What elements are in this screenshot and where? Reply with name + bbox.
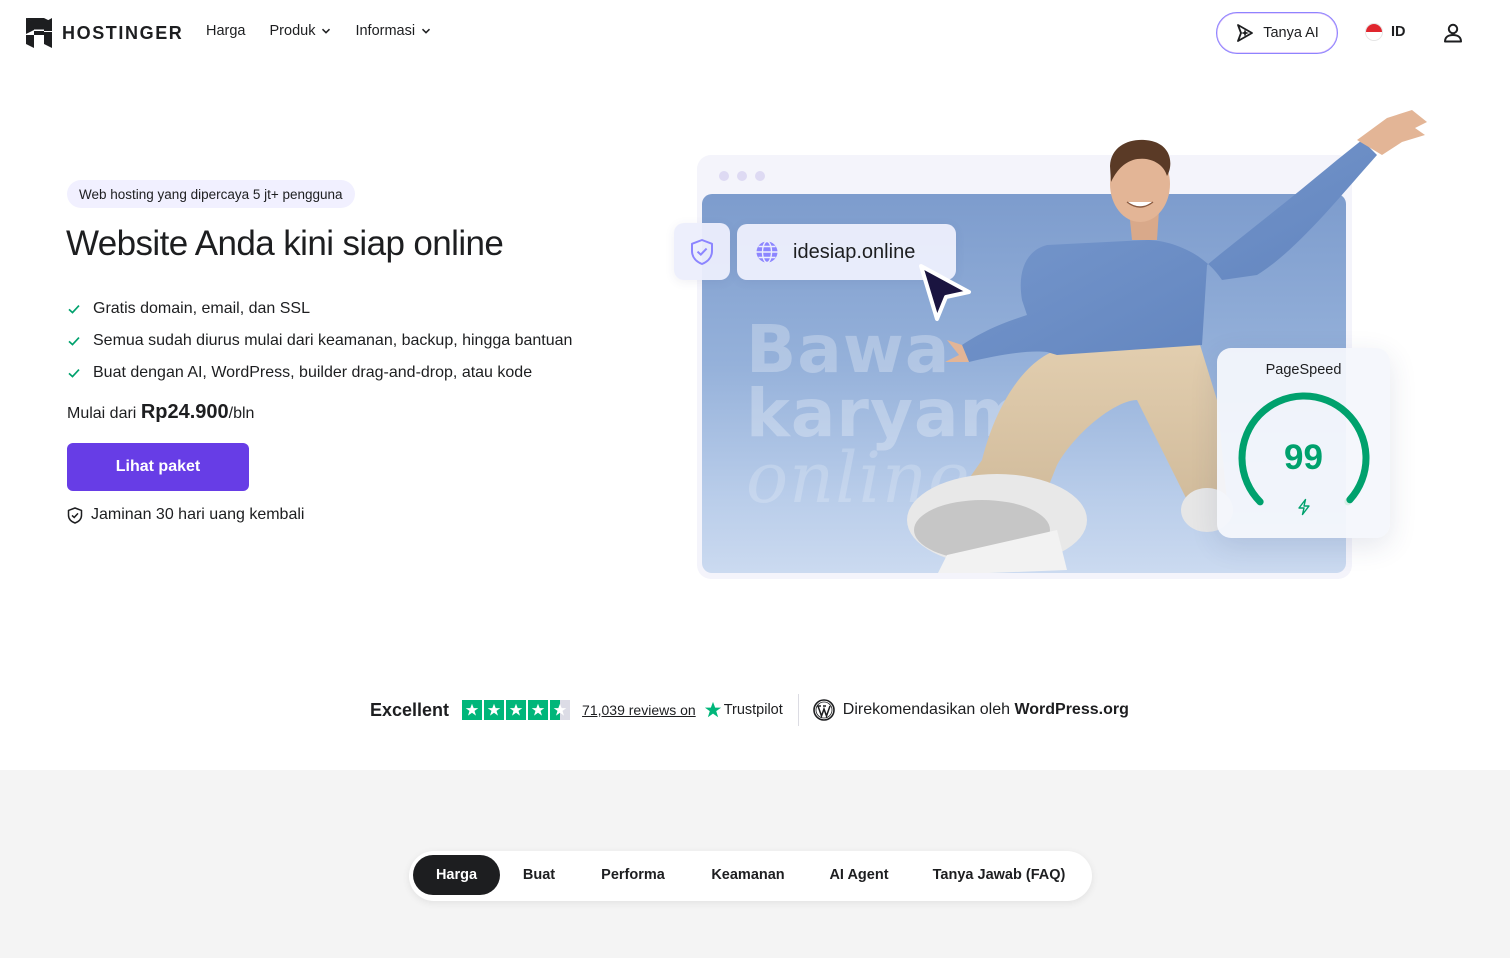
tab-buat[interactable]: Buat	[504, 855, 574, 895]
trust-bar: Excellent 71,039 reviews on Trustpilot D…	[370, 694, 1129, 726]
trustpilot-name: Trustpilot	[723, 702, 783, 718]
tab-harga[interactable]: Harga	[413, 855, 500, 895]
starting-price: Mulai dari Rp24.900/bln	[67, 401, 254, 424]
pagespeed-score: 99	[1284, 438, 1323, 477]
rating-label: Excellent	[370, 699, 450, 720]
star-icon	[550, 700, 571, 720]
mouse-cursor-icon	[919, 264, 971, 321]
feature-item: Buat dengan AI, WordPress, builder drag-…	[67, 357, 572, 389]
nav-link-label: Informasi	[355, 23, 416, 39]
ask-ai-button[interactable]: Tanya AI	[1216, 12, 1338, 54]
globe-icon	[756, 240, 778, 264]
guarantee-text: Jaminan 30 hari uang kembali	[91, 506, 305, 523]
lightning-bolt-icon	[1298, 498, 1310, 516]
star-icon	[528, 700, 549, 720]
tab-ai-agent[interactable]: AI Agent	[811, 855, 907, 895]
shield-check-icon	[691, 238, 713, 265]
ask-ai-label: Tanya AI	[1263, 25, 1319, 41]
feature-text: Buat dengan AI, WordPress, builder drag-…	[93, 364, 533, 381]
brand-name: HOSTINGER	[62, 22, 184, 43]
feature-item: Semua sudah diurus mulai dari keamanan, …	[67, 325, 572, 357]
divider	[797, 694, 799, 726]
section-tab-bar: Harga Buat Performa Keamanan AI Agent Ta…	[409, 851, 1092, 901]
star-icon	[506, 700, 527, 720]
money-back-guarantee: Jaminan 30 hari uang kembali	[67, 506, 304, 524]
star-icon	[462, 700, 483, 720]
price-prefix: Mulai dari	[67, 405, 141, 422]
chevron-down-icon	[322, 28, 331, 34]
rating-stars	[462, 700, 571, 720]
nav-link-harga[interactable]: Harga	[206, 23, 246, 39]
main-menu: Harga Produk Informasi	[206, 23, 431, 39]
user-account-icon[interactable]	[1442, 22, 1464, 44]
language-code: ID	[1391, 24, 1406, 40]
brand-logo[interactable]: HOSTINGER	[26, 18, 183, 48]
pagespeed-card: PageSpeed 99	[1217, 348, 1390, 538]
price-suffix: /bln	[228, 405, 255, 422]
pagespeed-label: PageSpeed	[1265, 362, 1342, 378]
top-nav: HOSTINGER Harga Produk Informasi Tanya A…	[0, 0, 1510, 66]
sparkle-arrow-icon	[1237, 24, 1254, 42]
feature-text: Gratis domain, email, dan SSL	[93, 300, 310, 317]
security-shield-card	[674, 223, 730, 280]
view-plans-button[interactable]: Lihat paket	[67, 443, 249, 491]
tab-faq[interactable]: Tanya Jawab (FAQ)	[917, 855, 1081, 895]
feature-text: Semua sudah diurus mulai dari keamanan, …	[93, 332, 573, 349]
nav-link-informasi[interactable]: Informasi	[355, 23, 431, 39]
shield-check-icon	[67, 506, 83, 524]
nav-link-label: Produk	[269, 23, 316, 39]
domain-name: idesiap.online	[793, 240, 916, 263]
wordpress-recommendation: Direkomendasikan oleh WordPress.org	[842, 701, 1129, 718]
nav-link-produk[interactable]: Produk	[270, 23, 332, 39]
tab-keamanan[interactable]: Keamanan	[693, 855, 803, 895]
hero-title: Website Anda kini siap online	[66, 224, 504, 263]
chevron-down-icon	[422, 28, 431, 34]
indonesia-flag-icon	[1365, 23, 1383, 41]
language-selector[interactable]: ID	[1365, 23, 1406, 41]
check-icon	[68, 369, 80, 378]
check-icon	[68, 305, 80, 314]
nav-link-label: Harga	[206, 23, 246, 39]
trustpilot-logo[interactable]: Trustpilot	[704, 701, 783, 719]
star-icon	[484, 700, 505, 720]
trustpilot-star-icon	[704, 701, 721, 718]
hostinger-logo-icon	[26, 18, 52, 48]
trust-badge: Web hosting yang dipercaya 5 jt+ penggun…	[67, 180, 355, 208]
feature-list: Gratis domain, email, dan SSL Semua suda…	[67, 293, 572, 389]
price-amount: Rp24.900	[140, 401, 229, 423]
feature-item: Gratis domain, email, dan SSL	[67, 293, 572, 325]
reviews-link[interactable]: 71,039 reviews on	[582, 702, 696, 718]
wordpress-logo-icon	[812, 699, 835, 721]
check-icon	[68, 337, 80, 346]
tab-performa[interactable]: Performa	[580, 855, 686, 895]
